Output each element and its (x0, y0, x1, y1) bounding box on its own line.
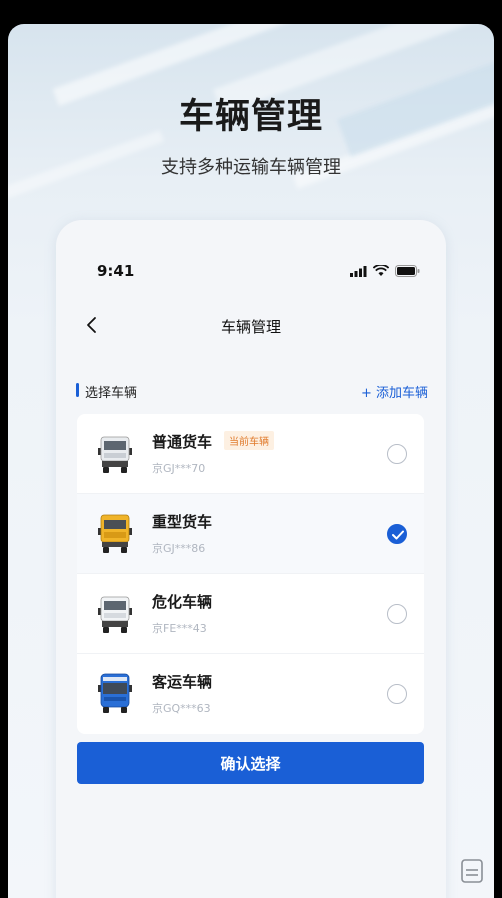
section-label: 选择车辆 (85, 386, 138, 401)
vehicle-plate: 京GJ***70 (152, 462, 206, 475)
vehicle-name: 普通货车 (152, 433, 213, 451)
hero-title: 车辆管理 (178, 97, 323, 137)
hero-subtitle: 支持多种运输车辆管理 (161, 157, 341, 178)
vehicle-plate: 京GJ***86 (152, 542, 206, 555)
vehicle-list: 普通货车 当前车辆 京GJ***70 重型货车 京GJ***86 危化车辆 京F… (77, 414, 424, 734)
battery-icon (395, 265, 420, 277)
vehicle-item[interactable]: 重型货车 京GJ***86 (77, 494, 424, 574)
nav-title: 车辆管理 (220, 318, 281, 336)
status-bar: 9:41 (56, 220, 446, 280)
wifi-icon (373, 265, 389, 276)
signal-icon (350, 265, 367, 277)
yellow-truck-icon (98, 514, 132, 553)
vehicle-radio[interactable] (387, 604, 407, 624)
phone-mockup: 9:41 车辆管理 选择车辆 + 添加车辆 普通货车 当前车辆 京GJ***70… (56, 220, 446, 898)
checkmark-icon (392, 530, 404, 540)
current-vehicle-badge: 当前车辆 (224, 431, 274, 450)
blue-bus-icon (98, 673, 132, 713)
vehicle-plate: 京FE***43 (152, 622, 207, 635)
navbar: 车辆管理 (56, 308, 446, 344)
vehicle-item[interactable]: 普通货车 当前车辆 京GJ***70 (77, 414, 424, 494)
vehicle-name: 客运车辆 (152, 673, 213, 691)
vehicle-name: 重型货车 (152, 513, 213, 531)
vehicle-radio[interactable] (387, 444, 407, 464)
vehicle-plate: 京GQ***63 (152, 702, 211, 715)
vehicle-item[interactable]: 危化车辆 京FE***43 (77, 574, 424, 654)
confirm-button[interactable]: 确认选择 (77, 742, 424, 784)
white-truck-icon (98, 436, 132, 473)
vehicle-radio[interactable] (387, 684, 407, 704)
app-screen: 车辆管理 支持多种运输车辆管理 9:41 车辆管理 选择车辆 + 添加车辆 普通… (8, 24, 494, 898)
section-accent-bar (76, 383, 79, 397)
section-header: 选择车辆 + 添加车辆 (76, 381, 428, 401)
status-time: 9:41 (97, 262, 135, 280)
vehicle-name: 危化车辆 (152, 593, 213, 611)
add-vehicle-button[interactable]: + 添加车辆 (361, 382, 428, 401)
vehicle-radio-checked[interactable] (387, 524, 407, 544)
save-icon[interactable] (460, 858, 484, 884)
vehicle-item[interactable]: 客运车辆 京GQ***63 (77, 654, 424, 734)
status-icons (350, 265, 420, 277)
white-truck-icon (98, 596, 132, 633)
